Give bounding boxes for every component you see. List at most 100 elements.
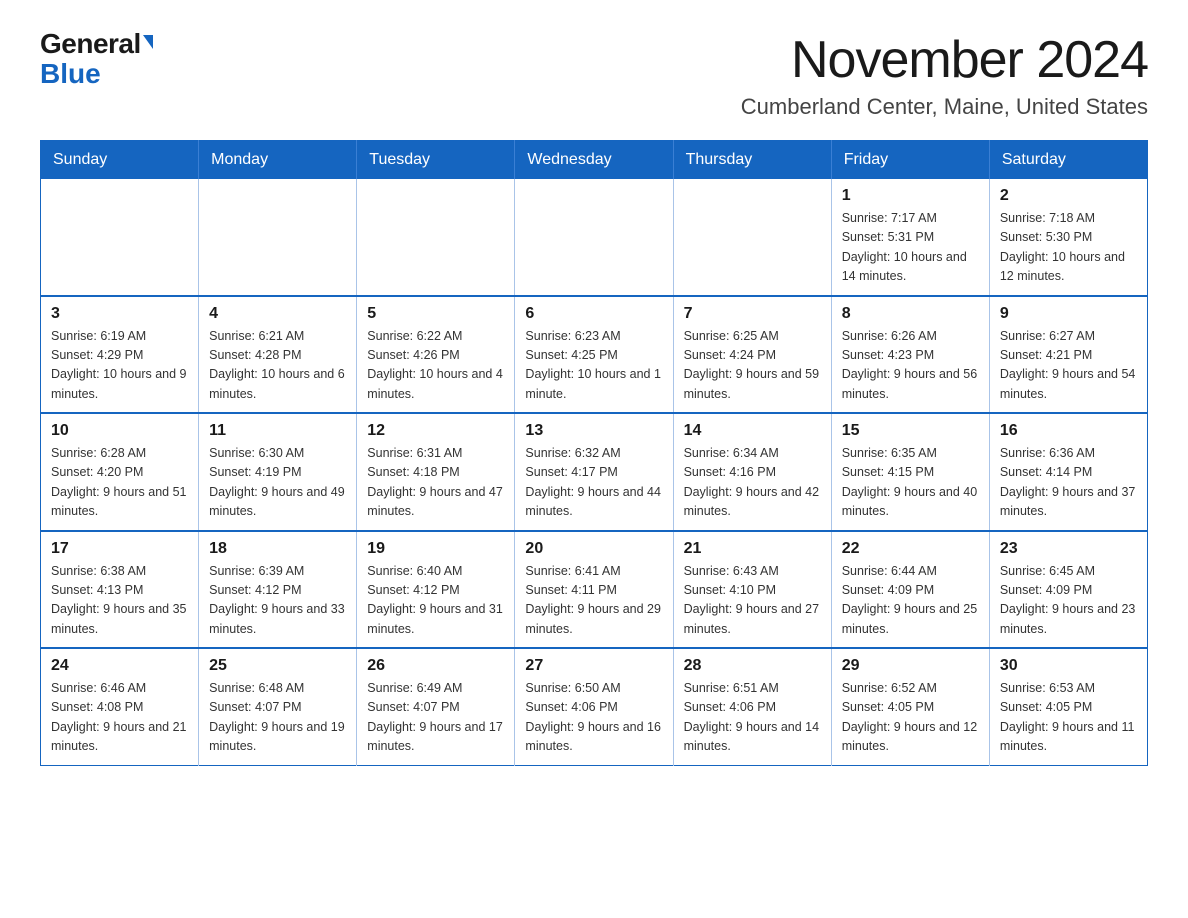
day-info: Sunrise: 6:53 AM Sunset: 4:05 PM Dayligh… (1000, 679, 1137, 757)
day-info: Sunrise: 6:49 AM Sunset: 4:07 PM Dayligh… (367, 679, 504, 757)
day-info: Sunrise: 6:39 AM Sunset: 4:12 PM Dayligh… (209, 562, 346, 640)
month-title: November 2024 (741, 30, 1148, 90)
day-info: Sunrise: 6:35 AM Sunset: 4:15 PM Dayligh… (842, 444, 979, 522)
calendar-cell: 10 Sunrise: 6:28 AM Sunset: 4:20 PM Dayli… (41, 413, 199, 531)
day-number: 14 (684, 422, 821, 440)
calendar-cell: 16 Sunrise: 6:36 AM Sunset: 4:14 PM Dayli… (989, 413, 1147, 531)
calendar-cell: 26 Sunrise: 6:49 AM Sunset: 4:07 PM Dayli… (357, 648, 515, 765)
weekday-header-friday: Friday (831, 141, 989, 180)
day-info: Sunrise: 6:27 AM Sunset: 4:21 PM Dayligh… (1000, 327, 1137, 405)
logo: General Blue (40, 30, 153, 88)
calendar-cell: 11Sunrise: 6:30 AM Sunset: 4:19 PM Dayli… (199, 413, 357, 531)
calendar-cell: 27 Sunrise: 6:50 AM Sunset: 4:06 PM Dayli… (515, 648, 673, 765)
calendar-cell: 12 Sunrise: 6:31 AM Sunset: 4:18 PM Dayli… (357, 413, 515, 531)
day-number: 13 (525, 422, 662, 440)
day-number: 2 (1000, 187, 1137, 205)
calendar-table: SundayMondayTuesdayWednesdayThursdayFrid… (40, 140, 1148, 766)
day-number: 5 (367, 305, 504, 323)
calendar-cell: 13 Sunrise: 6:32 AM Sunset: 4:17 PM Dayli… (515, 413, 673, 531)
day-number: 29 (842, 657, 979, 675)
weekday-header-thursday: Thursday (673, 141, 831, 180)
calendar-cell: 2 Sunrise: 7:18 AM Sunset: 5:30 PM Daylig… (989, 179, 1147, 296)
day-number: 22 (842, 540, 979, 558)
calendar-cell: 19Sunrise: 6:40 AM Sunset: 4:12 PM Dayli… (357, 531, 515, 649)
day-number: 6 (525, 305, 662, 323)
calendar-cell: 20Sunrise: 6:41 AM Sunset: 4:11 PM Dayli… (515, 531, 673, 649)
calendar-cell: 6 Sunrise: 6:23 AM Sunset: 4:25 PM Daylig… (515, 296, 673, 414)
calendar-header: SundayMondayTuesdayWednesdayThursdayFrid… (41, 141, 1148, 180)
day-number: 26 (367, 657, 504, 675)
day-info: Sunrise: 6:45 AM Sunset: 4:09 PM Dayligh… (1000, 562, 1137, 640)
day-info: Sunrise: 6:46 AM Sunset: 4:08 PM Dayligh… (51, 679, 188, 757)
calendar-cell: 5Sunrise: 6:22 AM Sunset: 4:26 PM Daylig… (357, 296, 515, 414)
day-number: 17 (51, 540, 188, 558)
location-subtitle: Cumberland Center, Maine, United States (741, 94, 1148, 120)
day-info: Sunrise: 6:28 AM Sunset: 4:20 PM Dayligh… (51, 444, 188, 522)
day-info: Sunrise: 6:43 AM Sunset: 4:10 PM Dayligh… (684, 562, 821, 640)
calendar-cell (41, 179, 199, 296)
day-number: 16 (1000, 422, 1137, 440)
title-area: November 2024 Cumberland Center, Maine, … (741, 30, 1148, 120)
day-number: 12 (367, 422, 504, 440)
calendar-cell: 22 Sunrise: 6:44 AM Sunset: 4:09 PM Dayli… (831, 531, 989, 649)
day-info: Sunrise: 6:30 AM Sunset: 4:19 PM Dayligh… (209, 444, 346, 522)
day-info: Sunrise: 6:48 AM Sunset: 4:07 PM Dayligh… (209, 679, 346, 757)
day-number: 1 (842, 187, 979, 205)
weekday-header-wednesday: Wednesday (515, 141, 673, 180)
weekday-header-tuesday: Tuesday (357, 141, 515, 180)
calendar-cell: 3Sunrise: 6:19 AM Sunset: 4:29 PM Daylig… (41, 296, 199, 414)
calendar-cell: 21 Sunrise: 6:43 AM Sunset: 4:10 PM Dayli… (673, 531, 831, 649)
day-info: Sunrise: 6:25 AM Sunset: 4:24 PM Dayligh… (684, 327, 821, 405)
calendar-cell: 8 Sunrise: 6:26 AM Sunset: 4:23 PM Daylig… (831, 296, 989, 414)
day-number: 28 (684, 657, 821, 675)
day-number: 7 (684, 305, 821, 323)
day-number: 10 (51, 422, 188, 440)
calendar-cell: 1Sunrise: 7:17 AM Sunset: 5:31 PM Daylig… (831, 179, 989, 296)
day-info: Sunrise: 6:44 AM Sunset: 4:09 PM Dayligh… (842, 562, 979, 640)
calendar-week-row: 17 Sunrise: 6:38 AM Sunset: 4:13 PM Dayli… (41, 531, 1148, 649)
day-number: 18 (209, 540, 346, 558)
logo-blue-text: Blue (40, 60, 101, 88)
calendar-cell: 14 Sunrise: 6:34 AM Sunset: 4:16 PM Dayli… (673, 413, 831, 531)
calendar-week-row: 1Sunrise: 7:17 AM Sunset: 5:31 PM Daylig… (41, 179, 1148, 296)
calendar-cell: 9 Sunrise: 6:27 AM Sunset: 4:21 PM Daylig… (989, 296, 1147, 414)
day-info: Sunrise: 6:34 AM Sunset: 4:16 PM Dayligh… (684, 444, 821, 522)
day-info: Sunrise: 6:32 AM Sunset: 4:17 PM Dayligh… (525, 444, 662, 522)
day-info: Sunrise: 6:38 AM Sunset: 4:13 PM Dayligh… (51, 562, 188, 640)
day-number: 30 (1000, 657, 1137, 675)
day-info: Sunrise: 6:21 AM Sunset: 4:28 PM Dayligh… (209, 327, 346, 405)
logo-triangle-icon (143, 35, 153, 49)
day-number: 27 (525, 657, 662, 675)
day-number: 4 (209, 305, 346, 323)
day-info: Sunrise: 6:40 AM Sunset: 4:12 PM Dayligh… (367, 562, 504, 640)
weekday-header-row: SundayMondayTuesdayWednesdayThursdayFrid… (41, 141, 1148, 180)
day-number: 15 (842, 422, 979, 440)
day-number: 23 (1000, 540, 1137, 558)
weekday-header-sunday: Sunday (41, 141, 199, 180)
day-info: Sunrise: 6:23 AM Sunset: 4:25 PM Dayligh… (525, 327, 662, 405)
calendar-week-row: 24 Sunrise: 6:46 AM Sunset: 4:08 PM Dayli… (41, 648, 1148, 765)
day-number: 21 (684, 540, 821, 558)
calendar-cell: 30 Sunrise: 6:53 AM Sunset: 4:05 PM Dayli… (989, 648, 1147, 765)
calendar-cell: 28Sunrise: 6:51 AM Sunset: 4:06 PM Dayli… (673, 648, 831, 765)
day-number: 20 (525, 540, 662, 558)
day-number: 9 (1000, 305, 1137, 323)
day-info: Sunrise: 7:18 AM Sunset: 5:30 PM Dayligh… (1000, 209, 1137, 287)
calendar-cell (515, 179, 673, 296)
day-number: 8 (842, 305, 979, 323)
calendar-cell: 4 Sunrise: 6:21 AM Sunset: 4:28 PM Daylig… (199, 296, 357, 414)
day-info: Sunrise: 6:26 AM Sunset: 4:23 PM Dayligh… (842, 327, 979, 405)
calendar-cell: 25Sunrise: 6:48 AM Sunset: 4:07 PM Dayli… (199, 648, 357, 765)
day-number: 24 (51, 657, 188, 675)
day-info: Sunrise: 6:31 AM Sunset: 4:18 PM Dayligh… (367, 444, 504, 522)
day-info: Sunrise: 6:36 AM Sunset: 4:14 PM Dayligh… (1000, 444, 1137, 522)
logo-general-text: General (40, 30, 153, 58)
calendar-week-row: 10 Sunrise: 6:28 AM Sunset: 4:20 PM Dayli… (41, 413, 1148, 531)
calendar-cell: 23 Sunrise: 6:45 AM Sunset: 4:09 PM Dayli… (989, 531, 1147, 649)
calendar-body: 1Sunrise: 7:17 AM Sunset: 5:31 PM Daylig… (41, 179, 1148, 765)
day-info: Sunrise: 6:50 AM Sunset: 4:06 PM Dayligh… (525, 679, 662, 757)
calendar-cell (357, 179, 515, 296)
calendar-week-row: 3Sunrise: 6:19 AM Sunset: 4:29 PM Daylig… (41, 296, 1148, 414)
calendar-cell (199, 179, 357, 296)
calendar-cell: 18 Sunrise: 6:39 AM Sunset: 4:12 PM Dayli… (199, 531, 357, 649)
